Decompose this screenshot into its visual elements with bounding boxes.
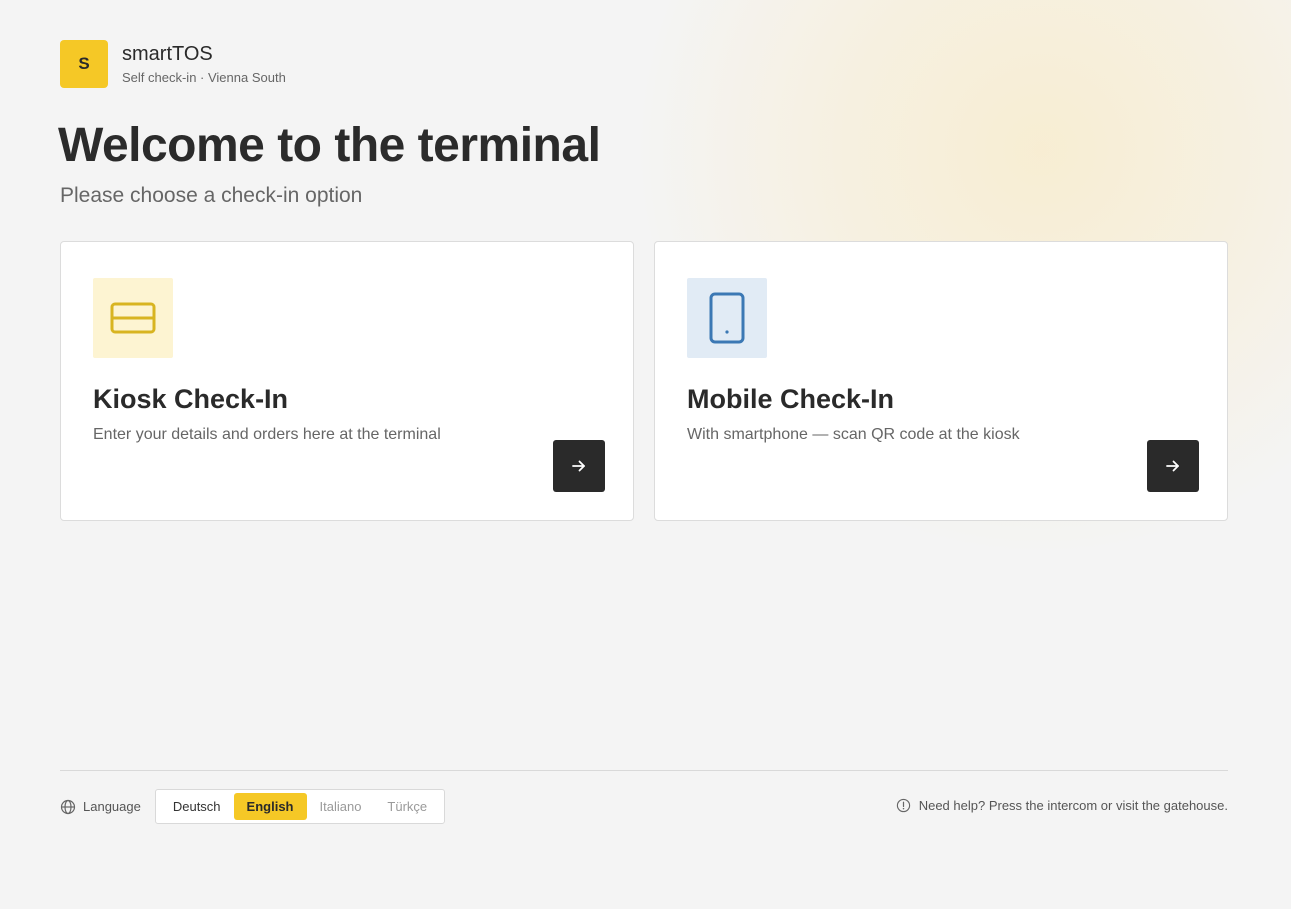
language-label-text: Language (83, 799, 141, 814)
language-selector: Language Deutsch English Italiano Türkçe (60, 789, 446, 824)
brand-subtitle: Self check-in · Vienna South (122, 70, 286, 85)
kiosk-checkin-title: Kiosk Check-In (93, 384, 289, 414)
language-option-english[interactable]: English (233, 793, 307, 820)
language-label: Language (60, 799, 141, 815)
tablet-icon (687, 278, 767, 358)
footer-divider (60, 770, 1228, 771)
language-switch: Deutsch English Italiano Türkçe (154, 789, 446, 824)
info-icon (896, 798, 910, 813)
mobile-checkin-button[interactable] (1147, 440, 1199, 492)
help-notice: Need help? Press the intercom or visit t… (896, 798, 1228, 813)
kiosk-checkin-description: Enter your details and orders here at th… (93, 426, 441, 443)
arrow-right-icon (1166, 460, 1179, 472)
globe-icon (60, 799, 76, 814)
mobile-checkin-description: With smartphone — scan QR code at the ki… (687, 426, 1020, 443)
logo: S (60, 40, 108, 88)
page: S smartTOS Self check-in · Vienna South … (0, 0, 1291, 909)
help-text: Need help? Press the intercom or visit t… (918, 798, 1228, 813)
arrow-right-icon (572, 460, 585, 472)
language-option-deutsch[interactable]: Deutsch (160, 793, 234, 820)
mobile-checkin-title: Mobile Check-In (687, 384, 895, 414)
language-option-turkce[interactable]: Türkçe (374, 793, 440, 820)
page-title: Welcome to the terminal (58, 119, 601, 172)
page-subtitle: Please choose a check-in option (60, 184, 363, 207)
kiosk-checkin-card[interactable]: Kiosk Check-In Enter your details and or… (60, 241, 634, 521)
brand-name: smartTOS (122, 43, 213, 65)
header: S smartTOS Self check-in · Vienna South (60, 40, 286, 88)
mobile-checkin-card[interactable]: Mobile Check-In With smartphone — scan Q… (654, 241, 1228, 521)
card-icon (93, 278, 173, 358)
brand: smartTOS Self check-in · Vienna South (122, 43, 286, 85)
kiosk-checkin-button[interactable] (553, 440, 605, 492)
language-option-italiano[interactable]: Italiano (307, 793, 375, 820)
